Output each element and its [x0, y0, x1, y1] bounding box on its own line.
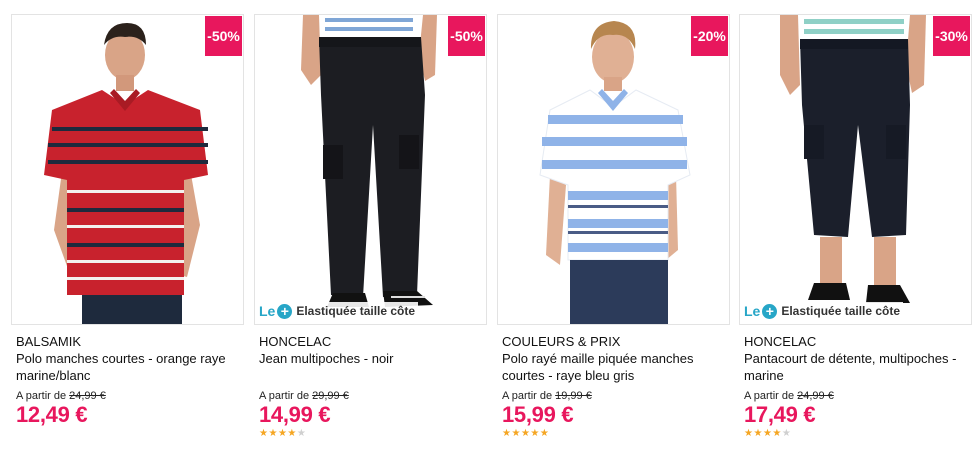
rating-stars: ★★★★★	[744, 428, 791, 439]
product-title[interactable]: Polo manches courtes - orange raye marin…	[16, 350, 244, 384]
from-label: A partir de	[16, 390, 67, 402]
star-filled-icon: ★	[762, 428, 773, 439]
price-from: A partir de 29,99 €	[259, 390, 349, 402]
current-price: 14,99 €	[259, 402, 331, 427]
product-image[interactable]: -20%	[497, 14, 730, 325]
old-price: 24,99 €	[797, 390, 834, 402]
plus-icon: +	[762, 303, 778, 319]
discount-badge: -50%	[448, 16, 485, 56]
old-price: 24,99 €	[69, 390, 106, 402]
current-price: 12,49 €	[16, 402, 88, 427]
price-from: A partir de 24,99 €	[16, 390, 106, 402]
feature-text: Elastiquée taille côte	[296, 304, 416, 318]
star-filled-icon: ★	[520, 428, 531, 439]
product-card[interactable]: -50% BALSAMIK Polo manches courtes - ora…	[11, 14, 244, 444]
star-filled-icon: ★	[277, 428, 288, 439]
product-brand[interactable]: BALSAMIK	[16, 334, 81, 349]
star-filled-icon: ★	[268, 428, 278, 439]
product-title[interactable]: Polo rayé maille piquée manches courtes …	[502, 350, 730, 384]
product-brand[interactable]: HONCELAC	[259, 334, 331, 349]
feature-le: Le	[259, 303, 276, 319]
polo-red-striped-photo	[12, 15, 243, 324]
rating-stars: ★★★★★	[502, 428, 549, 439]
plus-icon: +	[277, 303, 293, 319]
product-card[interactable]: -30% Le + Elastiquée taille côte HONCELA…	[739, 14, 972, 444]
product-image[interactable]: -50%	[11, 14, 244, 325]
feature-text: Elastiquée taille côte	[781, 304, 901, 318]
product-card[interactable]: -20% COULEURS & PRIX Polo rayé maille pi…	[497, 14, 730, 444]
product-image[interactable]: -30% Le + Elastiquée taille côte	[739, 14, 972, 325]
price-from: A partir de 19,99 €	[502, 390, 592, 402]
navy-pantacourt-photo	[740, 15, 971, 324]
product-brand[interactable]: COULEURS & PRIX	[502, 334, 620, 349]
discount-badge: -50%	[205, 16, 242, 56]
from-label: A partir de	[502, 390, 553, 402]
feature-tag: Le + Elastiquée taille côte	[259, 302, 419, 320]
discount-badge: -30%	[933, 16, 970, 56]
feature-le: Le	[744, 303, 761, 319]
star-empty-icon: ★	[781, 428, 792, 439]
star-filled-icon: ★	[539, 428, 550, 439]
price-from: A partir de 24,99 €	[744, 390, 834, 402]
star-filled-icon: ★	[287, 428, 297, 439]
current-price: 17,49 €	[744, 402, 816, 427]
star-filled-icon: ★	[530, 428, 540, 439]
product-title[interactable]: Jean multipoches - noir	[259, 350, 487, 367]
star-empty-icon: ★	[296, 428, 307, 439]
product-image[interactable]: -50% Le + Elastiquée taille côte	[254, 14, 487, 325]
rating-stars: ★★★★★	[259, 428, 306, 439]
old-price: 19,99 €	[555, 390, 592, 402]
polo-blue-striped-photo	[498, 15, 729, 324]
product-brand[interactable]: HONCELAC	[744, 334, 816, 349]
discount-badge: -20%	[691, 16, 728, 56]
black-cargo-jeans-photo	[255, 15, 486, 324]
old-price: 29,99 €	[312, 390, 349, 402]
from-label: A partir de	[744, 390, 795, 402]
star-filled-icon: ★	[753, 428, 763, 439]
from-label: A partir de	[259, 390, 310, 402]
product-title[interactable]: Pantacourt de détente, multipoches - mar…	[744, 350, 972, 384]
star-filled-icon: ★	[772, 428, 782, 439]
product-grid: -50% BALSAMIK Polo manches courtes - ora…	[0, 0, 979, 452]
product-card[interactable]: -50% Le + Elastiquée taille côte HONCELA…	[254, 14, 487, 444]
feature-tag: Le + Elastiquée taille côte	[744, 302, 904, 320]
star-filled-icon: ★	[511, 428, 521, 439]
current-price: 15,99 €	[502, 402, 574, 427]
